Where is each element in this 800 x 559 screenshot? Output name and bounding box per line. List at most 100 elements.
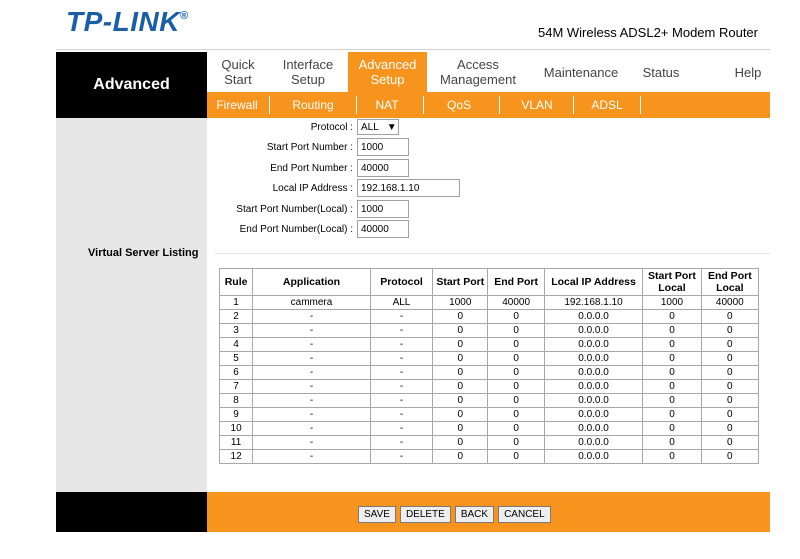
table-cell: 0 <box>487 365 545 380</box>
table-cell: 0 <box>700 393 760 408</box>
table-cell: 5 <box>218 351 254 366</box>
nav-interface-setup[interactable]: Interface Setup <box>269 52 347 92</box>
sidebar-panel <box>56 118 207 492</box>
table-cell: 0 <box>487 323 545 338</box>
table-cell: 0.0.0.0 <box>543 449 644 464</box>
subnav-qos[interactable]: QoS <box>424 92 494 118</box>
dropdown-arrow-icon: ▼ <box>386 121 397 133</box>
protocol-select[interactable]: ALL ▼ <box>357 119 399 135</box>
table-cell: - <box>252 379 371 394</box>
start-port-label: Start Port Number : <box>266 141 353 153</box>
table-cell: - <box>252 337 371 352</box>
table-cell: 1000 <box>642 295 702 310</box>
col-header: Rule <box>218 268 254 296</box>
table-cell: - <box>252 365 371 380</box>
table-row: 9- -0 0 0.0.0.0 0 0 <box>218 407 760 422</box>
table-row: 5- -0 0 0.0.0.0 0 0 <box>218 351 760 366</box>
table-row: 6- -0 0 0.0.0.0 0 0 <box>218 365 760 380</box>
table-row: 3- -0 0 0.0.0.0 0 0 <box>218 323 760 338</box>
table-cell: 0 <box>642 365 702 380</box>
local-ip-label: Local IP Address : <box>272 182 353 194</box>
table-cell: - <box>369 449 434 464</box>
subnav-firewall[interactable]: Firewall <box>207 92 267 118</box>
table-row: 4- -0 0 0.0.0.0 0 0 <box>218 337 760 352</box>
sidebar-title: Advanced <box>93 76 170 93</box>
table-cell: 0 <box>700 323 760 338</box>
table-cell: 40000 <box>700 295 760 310</box>
subnav-routing[interactable]: Routing <box>270 92 356 118</box>
table-cell: 0 <box>700 449 760 464</box>
table-cell: 9 <box>218 407 254 422</box>
table-cell: - <box>369 379 434 394</box>
cancel-button[interactable]: CANCEL <box>498 506 551 523</box>
virtual-server-table: Rule Application Protocol Start Port End… <box>218 268 760 464</box>
table-cell: 0 <box>432 449 489 464</box>
footer-left <box>56 492 207 532</box>
subnav-adsl[interactable]: ADSL <box>574 92 640 118</box>
protocol-row: Protocol : ALL ▼ <box>210 119 399 135</box>
save-button[interactable]: SAVE <box>358 506 396 523</box>
protocol-label: Protocol : <box>310 121 353 133</box>
table-cell: 0 <box>642 449 702 464</box>
delete-button[interactable]: DELETE <box>399 506 451 523</box>
action-buttons: SAVE DELETE BACK CANCEL <box>358 506 551 523</box>
local-ip-input[interactable] <box>357 179 460 197</box>
table-cell: 1000 <box>432 295 489 310</box>
table-cell: 0 <box>642 435 702 450</box>
table-cell: 0 <box>642 379 702 394</box>
start-port-local-row: Start Port Number(Local) : <box>210 200 409 218</box>
table-cell: - <box>252 393 371 408</box>
table-cell: - <box>369 351 434 366</box>
sub-nav: Firewall Routing NAT QoS VLAN ADSL <box>207 92 770 118</box>
table-cell: 192.168.1.10 <box>543 295 644 310</box>
nav-quick-start[interactable]: Quick Start <box>207 52 269 92</box>
virtual-server-listing-label: Virtual Server Listing <box>88 247 199 259</box>
back-button[interactable]: BACK <box>454 506 495 523</box>
table-row: 11- -0 0 0.0.0.0 0 0 <box>218 435 760 450</box>
table-body: 1 cammera ALL 1000 40000 192.168.1.10 1000 4000… <box>218 295 760 464</box>
table-cell: 0 <box>432 379 489 394</box>
table-cell: 12 <box>218 449 254 464</box>
col-header: End Port <box>487 268 545 296</box>
table-cell: 0.0.0.0 <box>543 379 644 394</box>
subnav-vlan[interactable]: VLAN <box>500 92 574 118</box>
table-row: 2- -0 0 0.0.0.0 0 0 <box>218 309 760 324</box>
product-name: 54M Wireless ADSL2+ Modem Router <box>537 25 758 40</box>
subnav-nat[interactable]: NAT <box>357 92 417 118</box>
table-cell: 0 <box>700 435 760 450</box>
start-port-input[interactable] <box>357 138 409 156</box>
main-nav: Quick Start Interface Setup Advanced Setup … <box>207 52 770 92</box>
table-cell: 0 <box>432 309 489 324</box>
header-divider <box>56 49 770 50</box>
nav-access-management[interactable]: Access Management <box>429 52 527 92</box>
nav-help[interactable]: Help <box>720 52 776 92</box>
nav-maintenance[interactable]: Maintenance <box>531 52 631 92</box>
tp-link-logo: TP-LINK® <box>66 6 189 37</box>
table-cell: 0 <box>432 393 489 408</box>
table-cell: 0 <box>487 449 545 464</box>
nav-advanced-setup[interactable]: Advanced Setup <box>348 52 427 92</box>
table-cell: 8 <box>218 393 254 408</box>
table-row: 12- -0 0 0.0.0.0 0 0 <box>218 449 760 464</box>
end-port-local-input[interactable] <box>357 220 409 238</box>
table-cell: 0 <box>432 365 489 380</box>
col-header: Application <box>252 268 371 296</box>
table-row: 1 cammera ALL 1000 40000 192.168.1.10 1000 4000… <box>218 295 760 310</box>
col-header: Protocol <box>369 268 434 296</box>
table-cell: 0.0.0.0 <box>543 421 644 436</box>
table-cell: 0 <box>487 309 545 324</box>
start-port-local-input[interactable] <box>357 200 409 218</box>
end-port-input[interactable] <box>357 159 409 177</box>
protocol-value: ALL <box>361 121 379 133</box>
table-cell: - <box>369 393 434 408</box>
table-row: 7- -0 0 0.0.0.0 0 0 <box>218 379 760 394</box>
table-row: 10- -0 0 0.0.0.0 0 0 <box>218 421 760 436</box>
table-cell: - <box>369 365 434 380</box>
table-cell: 0.0.0.0 <box>543 407 644 422</box>
table-cell: 10 <box>218 421 254 436</box>
table-cell: 40000 <box>487 295 545 310</box>
col-header: End Port Local <box>700 268 760 296</box>
nav-status[interactable]: Status <box>631 52 691 92</box>
local-ip-row: Local IP Address : <box>210 179 460 197</box>
table-cell: 0 <box>432 351 489 366</box>
